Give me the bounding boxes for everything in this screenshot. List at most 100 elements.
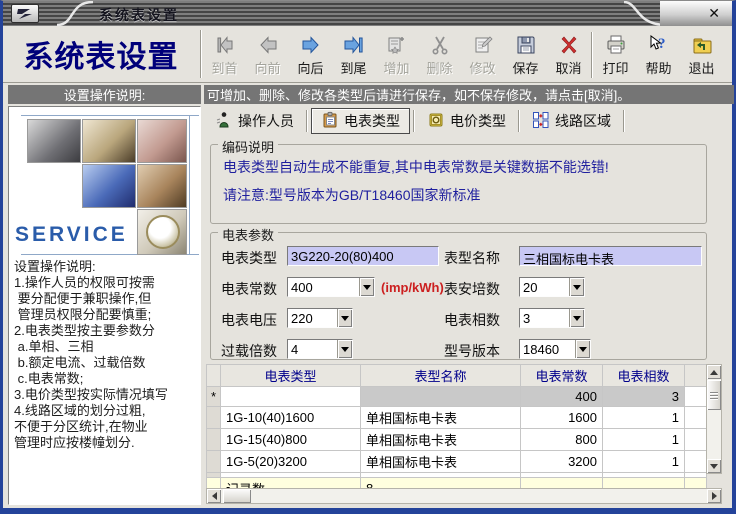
title-bar: 系统表设置 ✕ [3,1,732,26]
first-record-button: 到首 [203,28,246,82]
cell-type[interactable]: 1G-10(40)1600 [220,406,361,429]
service-collage: SERVICE [9,111,200,256]
meter-const-combo[interactable]: 400 [287,277,375,297]
add-record-button: 增加 [375,28,418,82]
cell-type[interactable]: 1G-15(40)800 [220,428,361,451]
last-record-button[interactable]: 到尾 [332,28,375,82]
tab-price-type[interactable]: 电价类型 [418,108,515,134]
app-window: 系统表设置 ✕ 系统表设置 到首 向前 向后 到尾 增加 删除 修改 保存 取消… [0,0,736,514]
row-selector [206,428,221,451]
col-meter-type[interactable]: 电表类型 [220,364,361,387]
table-new-row[interactable]: * 400 3 [206,386,707,407]
table-row[interactable]: 1G-15(40)800 单相国标电卡表 800 1 [206,428,707,451]
close-button[interactable]: ✕ [708,4,720,22]
tab-separator [518,110,520,132]
print-button[interactable]: 打印 [594,28,637,82]
cell-phases[interactable]: 1 [602,428,685,451]
coding-note-group: 编码说明 电表类型自动生成不能重复,其中电表常数是关键数据不能选错! 请注意:型… [210,137,707,224]
tab-separator [413,110,415,132]
help-icon: ? [647,31,671,58]
vertical-scroll-thumb[interactable] [707,380,721,410]
tab-price-type-label: 电价类型 [450,113,506,129]
meter-params-group: 电表参数 电表类型 3G220-20(80)400 表型名称 三相国标电卡表 电… [210,225,707,360]
scroll-left-icon[interactable] [207,489,221,503]
scroll-right-icon[interactable] [707,489,721,503]
cell-type-new[interactable] [220,386,361,407]
modify-record-icon [471,31,495,58]
operation-instructions: 设置操作说明: 1.操作人员的权限可按需 要分配便于兼职操作,但 管理员权限分配… [14,259,168,450]
phases-combo[interactable]: 3 [519,308,585,328]
last-record-label: 到尾 [340,61,367,76]
scroll-track[interactable] [251,489,707,503]
add-record-label: 增加 [383,61,410,76]
cell-extra [684,450,707,473]
scroll-down-icon[interactable] [707,459,721,473]
cell-const[interactable]: 3200 [520,450,603,473]
meter-type-label: 电表类型 [221,250,277,266]
cell-const[interactable]: 1600 [520,406,603,429]
cell-phases[interactable]: 1 [602,450,685,473]
table-row[interactable]: 1G-5(20)3200 单相国标电卡表 3200 1 [206,450,707,473]
overload-combo[interactable]: 4 [287,339,353,359]
dropdown-arrow-icon[interactable] [359,278,374,296]
cell-const[interactable]: 800 [520,428,603,451]
cell-name-new[interactable] [360,386,521,407]
col-phases[interactable]: 电表相数 [602,364,685,387]
delete-record-icon [428,31,452,58]
photo-money [137,164,187,208]
cancel-button[interactable]: 取消 [547,28,590,82]
service-label: SERVICE [15,223,128,246]
exit-button[interactable]: 退出 [680,28,723,82]
tab-separator [623,110,625,132]
coding-note-line1: 电表类型自动生成不能重复,其中电表常数是关键数据不能选错! [223,159,609,175]
meter-type-field[interactable]: 3G220-20(80)400 [287,246,439,266]
cell-const-new[interactable]: 400 [520,386,603,407]
cell-type[interactable]: 1G-5(20)3200 [220,450,361,473]
table-header-row: 电表类型 表型名称 电表常数 电表相数 [206,364,707,387]
model-version-combo[interactable]: 18460 [519,339,591,359]
header-band: 系统表设置 到首 向前 向后 到尾 增加 删除 修改 保存 取消 打印 ? 帮助… [3,26,732,83]
cell-name[interactable]: 单相国标电卡表 [360,428,521,451]
prev-record-button: 向前 [246,28,289,82]
first-record-label: 到首 [211,61,238,76]
dropdown-arrow-icon[interactable] [337,340,352,358]
save-button[interactable]: 保存 [504,28,547,82]
table-vertical-scrollbar[interactable] [706,364,722,474]
table-horizontal-scrollbar[interactable] [206,488,722,504]
col-meter-const[interactable]: 电表常数 [520,364,603,387]
add-record-icon [385,31,409,58]
table-row[interactable]: 1G-10(40)1600 单相国标电卡表 1600 1 [206,406,707,429]
phases-label: 电表相数 [444,312,500,328]
exit-label: 退出 [688,61,715,76]
tab-operators-label: 操作人员 [238,113,294,129]
next-record-button[interactable]: 向后 [289,28,332,82]
tab-line-area[interactable]: 线路区域 [523,108,620,134]
exit-icon [690,31,714,58]
dropdown-arrow-icon[interactable] [575,340,590,358]
model-version-label: 型号版本 [444,343,500,359]
notice-bar: 可增加、删除、修改各类型后请进行保存，如不保存修改，请点击[取消]。 [204,85,734,104]
meter-const-value: 400 [291,280,313,295]
amperage-combo[interactable]: 20 [519,277,585,297]
dropdown-arrow-icon[interactable] [569,309,584,327]
modify-record-button: 修改 [461,28,504,82]
help-button[interactable]: ? 帮助 [637,28,680,82]
col-model-name[interactable]: 表型名称 [360,364,521,387]
meter-type-icon [321,111,339,132]
voltage-combo[interactable]: 220 [287,308,353,328]
scroll-up-icon[interactable] [707,365,721,379]
overload-value: 4 [291,342,299,357]
tab-operators[interactable]: 操作人员 [206,108,303,134]
photo-watch [137,209,187,255]
dropdown-arrow-icon[interactable] [337,309,352,327]
cell-phases[interactable]: 1 [602,406,685,429]
window-title: 系统表设置 [99,7,179,23]
horizontal-scroll-thumb[interactable] [223,489,251,503]
dropdown-arrow-icon[interactable] [569,278,584,296]
tab-meter-type[interactable]: 电表类型 [311,108,410,134]
cell-name[interactable]: 单相国标电卡表 [360,406,521,429]
prev-record-icon [256,31,280,58]
model-name-field[interactable]: 三相国标电卡表 [519,246,702,266]
cell-name[interactable]: 单相国标电卡表 [360,450,521,473]
cell-phases-new[interactable]: 3 [602,386,685,407]
